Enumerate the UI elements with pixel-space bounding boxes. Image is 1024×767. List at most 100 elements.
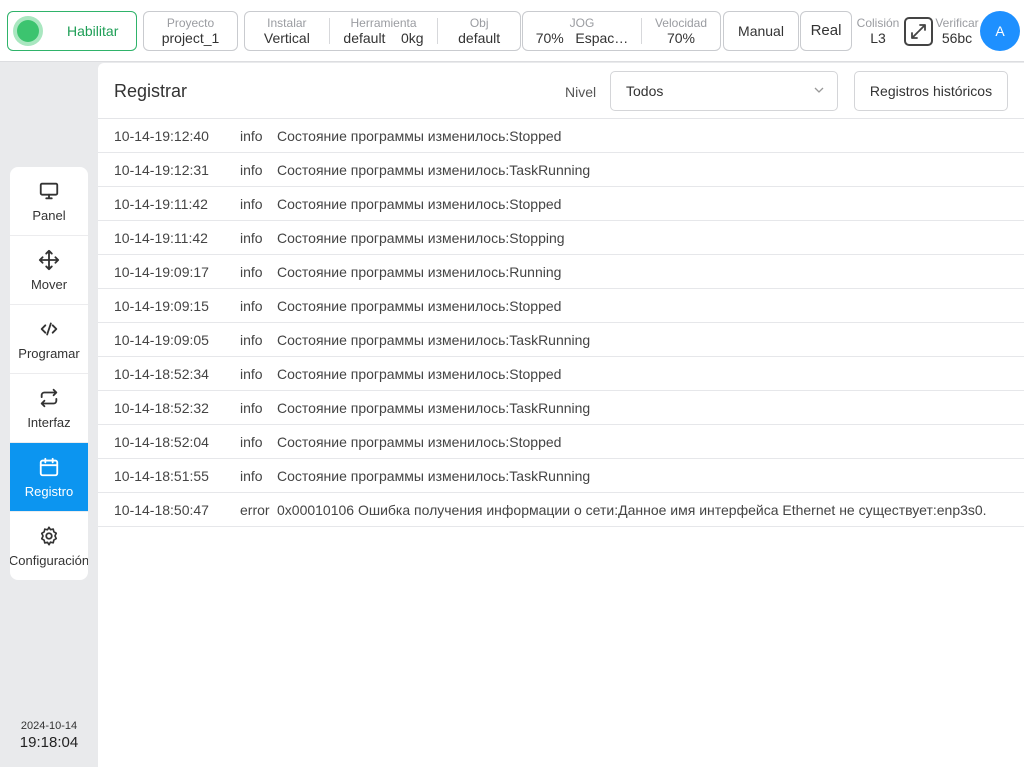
install-tool-obj-group[interactable]: Instalar Vertical Herramienta default 0k… [244, 11, 521, 51]
verify-value: 56bc [941, 30, 973, 46]
verify-indicator[interactable]: Verificar 56bc [934, 11, 980, 51]
sidebar-item-label: Interfaz [27, 414, 71, 430]
gear-icon [40, 526, 58, 546]
sidebar-item-interface[interactable]: Interfaz [10, 374, 88, 443]
enable-label: Habilitar [67, 23, 119, 39]
log-message: Состояние программы изменилось:Stopped [277, 297, 562, 314]
log-row: 10-14-19:12:31 info Состояние программы … [98, 153, 1024, 187]
mode-label: Manual [738, 23, 784, 39]
log-time: 10-14-19:12:31 [114, 161, 209, 178]
log-message: Состояние программы изменилось:TaskRunni… [277, 161, 591, 178]
log-time: 10-14-19:11:42 [114, 229, 208, 246]
verify-caption: Verificar [935, 16, 979, 30]
log-level: info [240, 161, 263, 178]
log-message: 0x00010106 Ошибка получения информации о… [277, 501, 987, 518]
project-selector[interactable]: Proyecto project_1 [143, 11, 238, 51]
obj-value: default [458, 30, 501, 46]
log-level: info [240, 433, 263, 450]
level-filter-select[interactable]: Todos [610, 71, 838, 111]
project-caption: Proyecto [166, 16, 215, 30]
sidebar-item-label: Programar [18, 345, 80, 361]
log-time: 10-14-19:09:15 [114, 297, 209, 314]
tool-cell[interactable]: Herramienta default 0kg [330, 12, 438, 50]
log-row: 10-14-19:09:15 info Состояние программы … [98, 289, 1024, 323]
level-filter-label: Nivel [565, 84, 597, 100]
page-title: Registrar [114, 81, 188, 101]
move-arrows-icon [38, 249, 60, 270]
sidebar-item-label: Configuración [10, 553, 88, 568]
sidebar-item-settings[interactable]: Configuración [10, 512, 88, 580]
historical-logs-button[interactable]: Registros históricos [854, 71, 1008, 111]
log-row: 10-14-19:09:17 info Состояние программы … [98, 255, 1024, 289]
chevron-down-icon [814, 87, 824, 93]
sidebar-item-log[interactable]: Registro [10, 443, 88, 512]
log-message: Состояние программы изменилось:TaskRunni… [277, 331, 591, 348]
log-level: info [240, 263, 263, 280]
log-level: info [240, 195, 263, 212]
clock-date: 2024-10-14 [20, 720, 78, 732]
swap-arrows-icon [40, 388, 58, 407]
log-message: Состояние программы изменилось:Running [277, 263, 562, 280]
jog-caption: JOG [569, 16, 595, 30]
tool-weight: 0kg [401, 30, 424, 46]
sidebar-item-panel[interactable]: Panel [10, 167, 88, 236]
log-message: Состояние программы изменилось:TaskRunni… [277, 399, 591, 416]
log-level: error [240, 501, 270, 518]
log-time: 10-14-18:52:34 [114, 365, 209, 382]
log-message: Состояние программы изменилось:TaskRunni… [277, 467, 591, 484]
install-value: Vertical [263, 30, 310, 46]
tool-caption: Herramienta [350, 16, 417, 30]
log-message: Состояние программы изменилось:Stopped [277, 127, 562, 144]
log-level: info [240, 467, 263, 484]
jog-cell[interactable]: JOG 70% Espac… [523, 12, 641, 50]
clock-time: 19:18:04 [19, 734, 79, 751]
tool-value: default 0kg [343, 30, 423, 46]
historical-logs-label: Registros históricos [869, 83, 993, 99]
log-level: info [240, 297, 263, 314]
log-time: 10-14-18:50:47 [114, 501, 209, 518]
sidebar-item-program[interactable]: Programar [10, 305, 88, 374]
monitor-icon [39, 182, 59, 199]
enable-button[interactable]: Habilitar [7, 11, 137, 51]
system-clock: 2024-10-14 19:18:04 [0, 720, 98, 751]
mode-manual-button[interactable]: Manual [723, 11, 799, 51]
sidebar-item-move[interactable]: Mover [10, 236, 88, 305]
side-navigation: Panel Mover Programar Interfaz Registro … [10, 167, 88, 580]
log-level: info [240, 399, 263, 416]
install-cell[interactable]: Instalar Vertical [245, 12, 329, 50]
jog-space: Espac… [575, 30, 629, 46]
log-time: 10-14-18:51:55 [114, 467, 209, 484]
log-row: 10-14-19:11:42 info Состояние программы … [98, 221, 1024, 255]
avatar-letter: A [995, 23, 1005, 39]
log-panel: Registrar Nivel Todos Registros históric… [98, 63, 1024, 767]
log-time: 10-14-19:09:05 [114, 331, 209, 348]
jog-percent: 70% [535, 30, 564, 46]
jog-value: 70% Espac… [536, 30, 629, 46]
obj-cell[interactable]: Obj default [438, 12, 520, 50]
speed-caption: Velocidad [654, 16, 708, 30]
sidebar-item-label: Registro [24, 483, 74, 499]
log-time: 10-14-18:52:04 [114, 433, 209, 450]
log-panel-header: Registrar Nivel Todos Registros históric… [98, 63, 1024, 119]
top-status-bar: Habilitar Proyecto project_1 Instalar Ve… [0, 0, 1024, 62]
collision-indicator[interactable]: Colisión L3 [855, 11, 901, 51]
tool-name: default [343, 30, 386, 46]
log-level: info [240, 229, 263, 246]
collision-value: L3 [870, 30, 886, 46]
speed-value: 70% [666, 30, 696, 46]
fullscreen-expand-icon[interactable] [904, 17, 933, 46]
log-level: info [240, 127, 263, 144]
level-filter-value: Todos [626, 83, 664, 99]
log-time: 10-14-19:12:40 [114, 127, 209, 144]
real-mode-button[interactable]: Real [800, 11, 852, 51]
user-avatar[interactable]: A [980, 11, 1020, 51]
log-row: 10-14-18:52:04 info Состояние программы … [98, 425, 1024, 459]
code-icon [40, 322, 58, 335]
log-level: info [240, 365, 263, 382]
log-message: Состояние программы изменилось:Stopped [277, 433, 562, 450]
sidebar-item-label: Panel [32, 207, 66, 223]
jog-speed-group[interactable]: JOG 70% Espac… Velocidad 70% [522, 11, 721, 51]
log-message: Состояние программы изменилось:Stopped [277, 365, 562, 382]
project-value: project_1 [161, 30, 220, 46]
speed-cell[interactable]: Velocidad 70% [642, 12, 720, 50]
